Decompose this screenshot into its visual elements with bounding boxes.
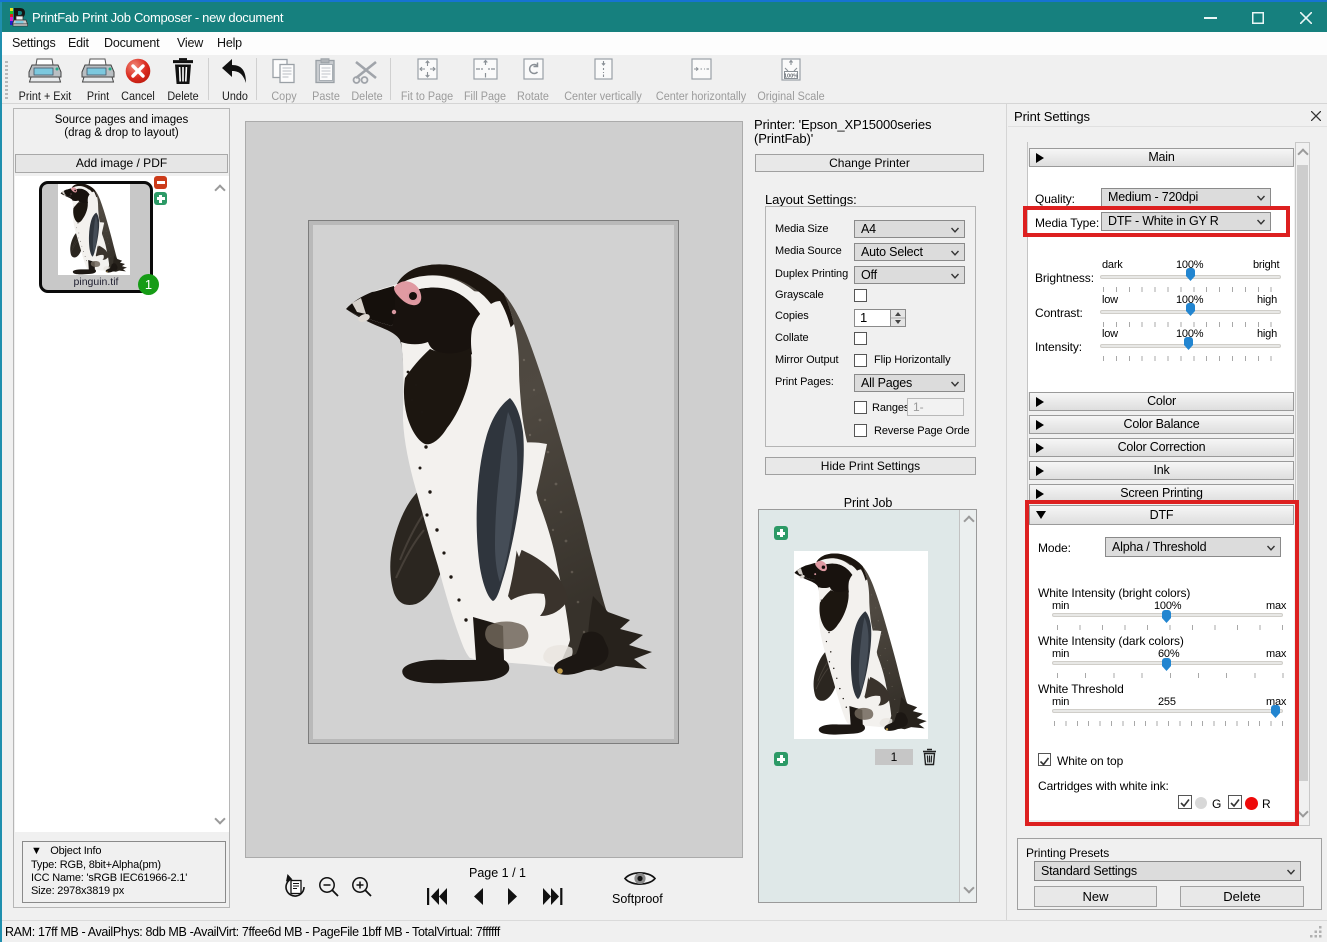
- svg-text:100%: 100%: [784, 73, 798, 79]
